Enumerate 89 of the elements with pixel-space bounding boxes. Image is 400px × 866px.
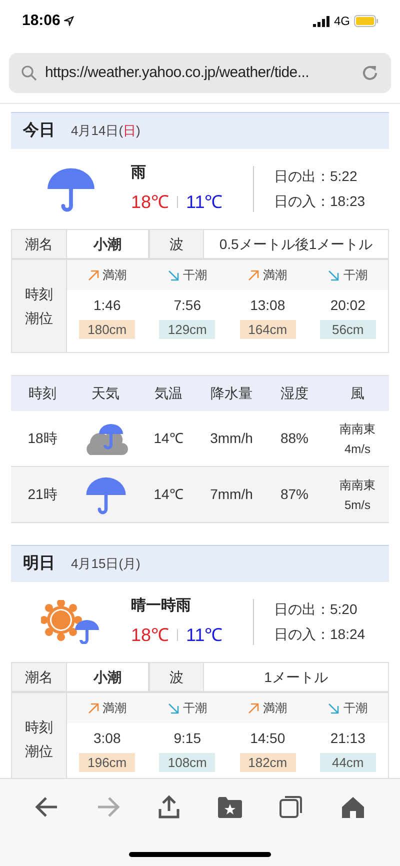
table-header-cell: 波 [150, 230, 204, 258]
wind-speed: 4m/s [344, 440, 370, 458]
search-icon [21, 65, 37, 81]
up-right-arrow-icon [248, 270, 260, 280]
time-label: 時刻 [25, 285, 53, 304]
table-cell-text: 14℃ [152, 485, 184, 504]
tide-type-label: 干潮 [343, 267, 368, 284]
tide-height-badge: 108cm [159, 753, 216, 772]
down-right-arrow-icon [168, 270, 179, 280]
table-header-cell: 潮名 [12, 663, 67, 691]
down-right-arrow-icon [328, 702, 340, 714]
home-icon[interactable] [341, 796, 366, 818]
column-header: 天気 [90, 384, 120, 403]
column-header: 湿度 [280, 384, 310, 403]
tide-time: 13:08 [250, 296, 286, 315]
tide-height-badge: 129cm [159, 320, 216, 339]
tide-level-label: 潮位 [25, 309, 53, 328]
time-label: 時刻 [25, 718, 53, 737]
weather-text: 晴一時雨 [131, 596, 192, 616]
high-temp: 18℃ [131, 190, 170, 214]
signal-icon [312, 16, 330, 26]
sunrise-text: 日の出：5:22 [274, 167, 358, 186]
tide-type-label: 満潮 [102, 267, 127, 284]
url-bar[interactable]: https://weather.yahoo.co.jp/weather/tide... [9, 53, 391, 93]
table-cell-text: 14℃ [152, 429, 184, 448]
table-cell-text: 21時 [26, 485, 58, 504]
column-header: 風 [350, 384, 366, 403]
column-header: 気温 [154, 384, 184, 403]
tide-type-label: 満潮 [263, 267, 288, 284]
tide-type-label: 干潮 [182, 267, 207, 284]
tide-time: 3:08 [94, 729, 121, 748]
high-temp: 18℃ [131, 624, 170, 647]
up-right-arrow-icon [88, 702, 99, 714]
column-header: 降水量 [210, 384, 254, 403]
table-cell-text: 3mm/h [209, 429, 254, 448]
tide-time: 14:50 [250, 729, 286, 748]
table-cell-text: 87% [279, 485, 310, 504]
tide-height-badge: 180cm [79, 320, 136, 339]
tide-time: 1:46 [94, 296, 121, 315]
date-text: 4月15日(月) [71, 555, 140, 574]
table-cell-text: 7mm/h [209, 485, 254, 504]
wind-direction: 南南東 [340, 476, 376, 494]
wind-speed: 5m/s [344, 496, 370, 514]
battery-icon [354, 15, 378, 27]
tide-type-label: 干潮 [182, 700, 207, 717]
sunset-text: 日の入：18:24 [274, 625, 366, 644]
tide-height-badge: 56cm [320, 320, 376, 339]
sunrise-text: 日の出：5:20 [274, 600, 358, 619]
sunset-text: 日の入：18:23 [274, 192, 366, 211]
tabs-icon[interactable] [279, 795, 304, 819]
tide-time: 9:15 [174, 729, 201, 748]
share-icon[interactable] [158, 795, 180, 819]
table-header-cell: 波 [150, 663, 204, 691]
network-label: 4G [334, 13, 350, 30]
table-cell-text: 1メートル [263, 668, 329, 686]
table-cell-text: 0.5メートル後1メートル [218, 234, 374, 254]
low-temp: 11℃ [186, 190, 223, 214]
table-cell-text: 88% [279, 429, 310, 448]
up-right-arrow-icon [248, 702, 260, 714]
sun-umbrella-icon [41, 600, 101, 644]
tide-height-badge: 196cm [79, 753, 136, 772]
tide-height-badge: 182cm [240, 753, 296, 772]
tide-height-badge: 44cm [320, 753, 376, 772]
tide-height-badge: 164cm [240, 320, 296, 339]
url-text: https://weather.yahoo.co.jp/weather/tide... [45, 62, 310, 83]
tide-time: 21:13 [330, 729, 366, 748]
up-right-arrow-icon [88, 270, 99, 280]
table-header-cell: 潮名 [12, 230, 67, 258]
tide-time: 7:56 [174, 296, 201, 315]
date-text: 4月14日(日) [71, 122, 140, 140]
weather-text: 雨 [131, 163, 147, 184]
reload-icon[interactable] [361, 64, 379, 82]
column-header: 時刻 [28, 384, 58, 403]
location-arrow-icon [64, 16, 74, 26]
bookmark-folder-icon[interactable] [218, 796, 242, 818]
tide-type-label: 干潮 [343, 700, 368, 717]
table-cell-text: 18時 [26, 429, 58, 448]
day-label: 今日 [23, 120, 55, 141]
tide-level-label: 潮位 [25, 742, 53, 761]
back-icon[interactable] [34, 796, 59, 818]
low-temp: 11℃ [186, 624, 223, 647]
day-label: 明日 [23, 554, 55, 574]
tide-time: 20:02 [330, 296, 366, 315]
tide-type-label: 満潮 [102, 700, 127, 717]
status-time: 18:06 [22, 10, 60, 31]
down-right-arrow-icon [328, 270, 340, 280]
tide-type-label: 満潮 [263, 700, 288, 717]
down-right-arrow-icon [168, 702, 179, 714]
wind-direction: 南南東 [340, 420, 376, 438]
